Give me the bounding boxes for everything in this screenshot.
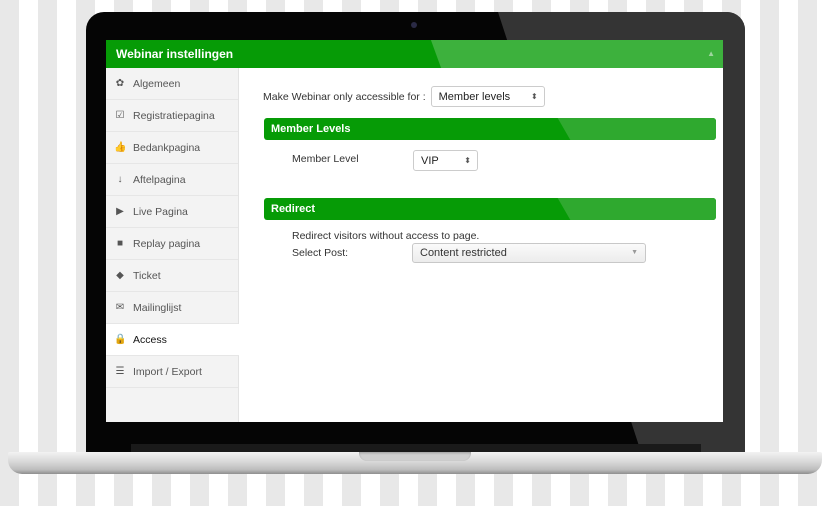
- band-glare: [557, 198, 716, 220]
- panel-title: Webinar instellingen: [116, 47, 234, 61]
- select-post-dropdown[interactable]: Content restricted ▼: [412, 243, 646, 263]
- access-row: Make Webinar only accessible for : Membe…: [263, 86, 545, 107]
- member-level-label: Member Level: [292, 153, 359, 165]
- sort-numeric-icon: ↓: [117, 174, 123, 185]
- sidebar-item-registratiepagina[interactable]: ☑ Registratiepagina: [106, 100, 238, 132]
- sidebar-item-label: Access: [133, 333, 167, 346]
- header-glare: [430, 40, 723, 68]
- redirect-heading: Redirect: [271, 203, 316, 215]
- sidebar-item-label: Live Pagina: [133, 205, 188, 218]
- sidebar-item-label: Bedankpagina: [133, 141, 201, 154]
- access-select-value: Member levels: [438, 90, 511, 103]
- play-icon: ▶: [116, 206, 124, 217]
- member-levels-heading: Member Levels: [271, 123, 351, 135]
- chevron-down-icon: ▼: [631, 249, 638, 256]
- sidebar-item-aftelpagina[interactable]: ↓ Aftelpagina: [106, 164, 238, 196]
- laptop-notch: [359, 452, 471, 461]
- laptop-chin: [131, 444, 701, 452]
- tags-icon: ◆: [116, 270, 124, 281]
- sidebar-item-label: Replay pagina: [133, 237, 201, 250]
- check-square-icon: ☑: [115, 110, 125, 121]
- sidebar-item-label: Registratiepagina: [133, 109, 215, 122]
- caret-up-icon[interactable]: ▲: [707, 40, 715, 68]
- select-post-value: Content restricted: [420, 247, 507, 259]
- select-post-label: Select Post:: [292, 247, 349, 259]
- sidebar-item-access[interactable]: 🔒 Access: [106, 324, 239, 356]
- sidebar-item-import-export[interactable]: ☰ Import / Export: [106, 356, 238, 388]
- access-label: Make Webinar only accessible for :: [263, 90, 426, 103]
- redirect-description: Redirect visitors without access to page…: [292, 230, 480, 242]
- sidebar-item-mailinglijst[interactable]: ✉ Mailinglijst: [106, 292, 238, 324]
- panel-header: Webinar instellingen ▲: [106, 40, 723, 68]
- camera-icon: [411, 22, 417, 28]
- envelope-icon: ✉: [115, 302, 125, 313]
- sidebar-item-ticket[interactable]: ◆ Ticket: [106, 260, 238, 292]
- sidebar-item-label: Aftelpagina: [133, 173, 186, 186]
- sidebar-item-label: Algemeen: [133, 77, 181, 90]
- screen: Webinar instellingen ▲ ✿ Algemeen ☑ Registr…: [106, 40, 723, 422]
- access-select[interactable]: Member levels ⬍: [430, 86, 545, 107]
- sidebar-item-bedankpagina[interactable]: 👍 Bedankpagina: [106, 132, 238, 164]
- sidebar: ✿ Algemeen ☑ Registratiepagina 👍 Bedankpagina…: [106, 68, 239, 422]
- gear-icon: ✿: [115, 78, 125, 89]
- list-icon: ☰: [115, 366, 125, 377]
- main-content: Make Webinar only accessible for : Membe…: [239, 68, 723, 422]
- sidebar-item-label: Import / Export: [133, 365, 202, 378]
- sidebar-item-replay-pagina[interactable]: ■ Replay pagina: [106, 228, 238, 260]
- member-levels-section-header: Member Levels: [264, 118, 716, 140]
- select-arrows-icon: ⬍: [464, 156, 471, 165]
- sidebar-item-live-pagina[interactable]: ▶ Live Pagina: [106, 196, 238, 228]
- lock-icon: 🔒: [114, 334, 127, 345]
- member-level-select[interactable]: VIP ⬍: [413, 150, 478, 171]
- thumbs-up-icon: 👍: [114, 142, 127, 153]
- video-camera-icon: ■: [116, 238, 124, 249]
- band-glare: [557, 118, 716, 140]
- select-arrows-icon: ⬍: [530, 92, 538, 101]
- sidebar-item-label: Mailinglijst: [133, 301, 182, 314]
- member-level-value: VIP: [421, 154, 439, 167]
- sidebar-item-label: Ticket: [133, 269, 161, 282]
- redirect-section-header: Redirect: [264, 198, 716, 220]
- sidebar-item-algemeen[interactable]: ✿ Algemeen: [106, 68, 238, 100]
